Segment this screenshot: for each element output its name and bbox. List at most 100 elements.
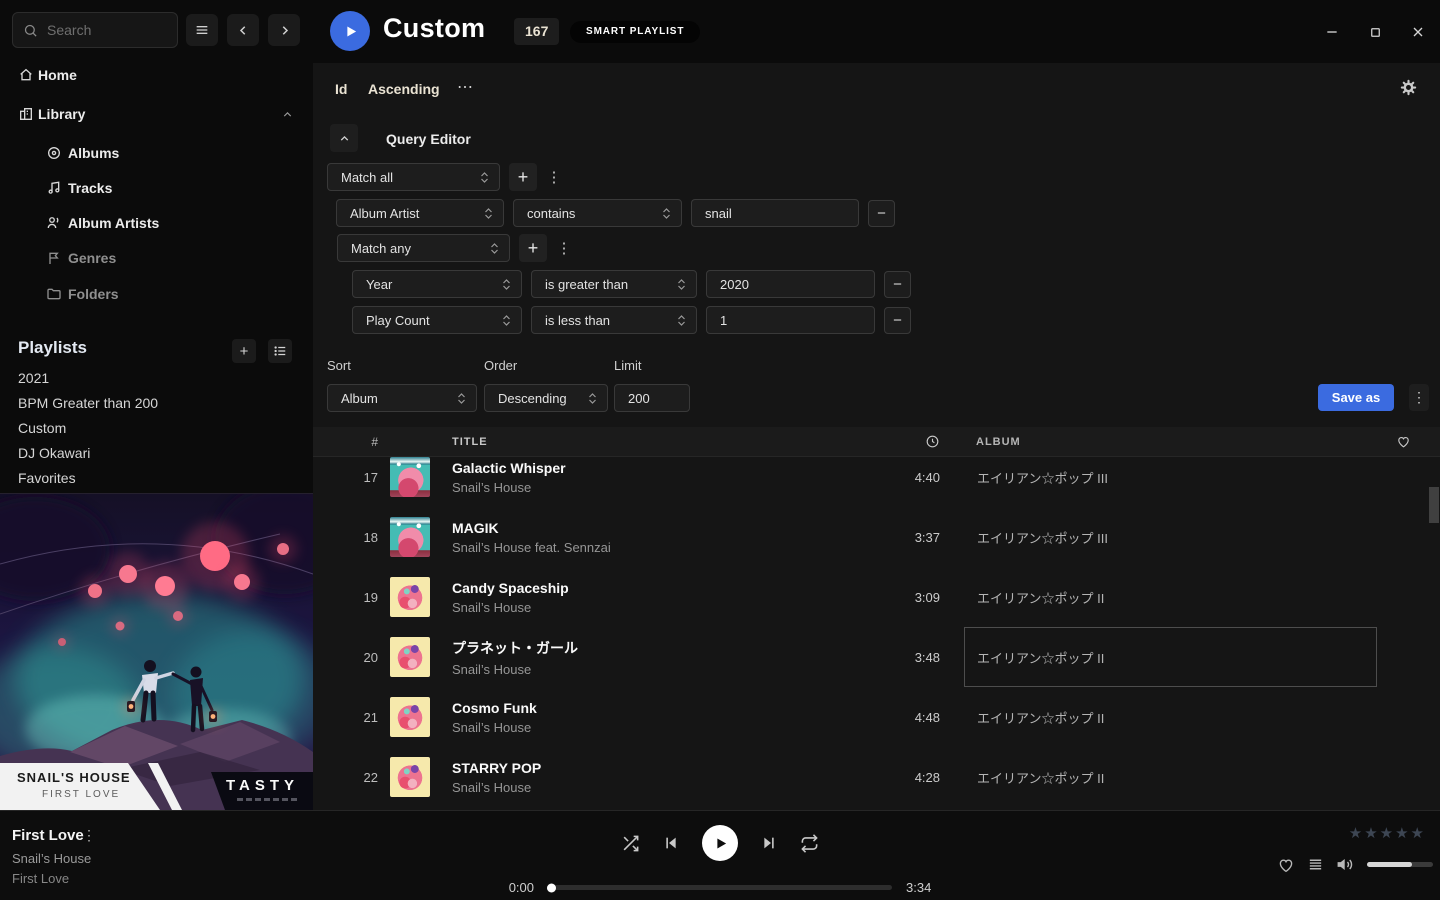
nav-back-button[interactable] — [227, 14, 259, 46]
album-art-image — [0, 494, 313, 810]
now-playing-album[interactable]: First Love — [12, 871, 69, 886]
volume-mute-button[interactable] — [1336, 855, 1355, 874]
next-track-button[interactable] — [761, 835, 777, 851]
window-maximize-button[interactable] — [1365, 22, 1385, 42]
table-row[interactable]: 18 MAGIK Snail’s House feat. Sennzai 3:3… — [313, 507, 1440, 567]
rule-value-input[interactable]: 2020 — [706, 270, 875, 298]
table-row[interactable]: 22 STARRY POP Snail’s House 4:28 エイリアン☆ポ… — [313, 747, 1440, 807]
play-playlist-button[interactable] — [330, 11, 370, 51]
elapsed-time: 0:00 — [500, 880, 534, 895]
rule-operator-select[interactable]: contains — [513, 199, 682, 227]
save-as-button[interactable]: Save as — [1318, 384, 1394, 411]
table-row[interactable]: 17 Galactic Whisper Snail’s House 4:40 エ… — [313, 457, 1440, 507]
sidebar-item-albums[interactable]: Albums — [0, 139, 313, 167]
star-icon[interactable]: ★ — [1411, 824, 1424, 842]
scrollbar-thumb[interactable] — [1429, 487, 1439, 523]
rule-operator-select[interactable]: is greater than — [531, 270, 697, 298]
chevron-up-icon[interactable] — [281, 108, 294, 121]
group-options-button[interactable]: ⋮ — [546, 168, 562, 186]
settings-gear-icon[interactable] — [1400, 79, 1417, 96]
playlist-item[interactable]: Custom — [18, 420, 66, 442]
sort-direction-button[interactable]: Ascending — [368, 81, 440, 97]
remove-rule-button[interactable]: − — [884, 271, 911, 298]
track-album-cell[interactable]: エイリアン☆ポップ III — [964, 457, 1377, 507]
track-album-cell[interactable]: エイリアン☆ポップ II — [964, 567, 1377, 627]
play-pause-button[interactable] — [702, 825, 738, 861]
home-icon — [18, 67, 34, 83]
match-type-select[interactable]: Match all — [327, 163, 500, 191]
sort-field-button[interactable]: Id — [335, 81, 347, 97]
column-header-duration[interactable] — [851, 434, 940, 449]
track-album-cell-focused[interactable]: エイリアン☆ポップ II — [964, 627, 1377, 687]
track-album-cell[interactable]: エイリアン☆ポップ II — [964, 687, 1377, 747]
track-index: 19 — [313, 590, 390, 605]
star-icon[interactable]: ★ — [1395, 824, 1408, 842]
search-input[interactable]: Search — [12, 12, 178, 48]
add-playlist-button[interactable]: + — [232, 339, 256, 363]
query-editor-collapse-button[interactable] — [330, 124, 358, 152]
view-options-button[interactable]: ⋯ — [457, 77, 473, 97]
heart-icon — [1396, 434, 1411, 449]
playlist-item[interactable]: BPM Greater than 200 — [18, 395, 158, 417]
select-arrows-icon — [502, 314, 511, 327]
column-header-title[interactable]: TITLE — [452, 436, 851, 448]
query-editor-title: Query Editor — [386, 131, 471, 147]
match-type-select[interactable]: Match any — [337, 234, 510, 262]
star-icon[interactable]: ★ — [1380, 824, 1393, 842]
track-album-cell[interactable]: エイリアン☆ポップ III — [964, 507, 1377, 567]
column-header-favorite[interactable] — [1377, 434, 1440, 449]
rule-field-select[interactable]: Album Artist — [336, 199, 504, 227]
shuffle-button[interactable] — [621, 834, 640, 853]
now-playing-artist[interactable]: Snail’s House — [12, 851, 91, 866]
play-icon — [343, 24, 358, 39]
sidebar-item-tracks[interactable]: Tracks — [0, 174, 313, 202]
playlist-item[interactable]: DJ Okawari — [18, 445, 90, 467]
seek-handle[interactable] — [547, 883, 556, 892]
window-close-button[interactable] — [1408, 22, 1428, 42]
sidebar-item-album-artists[interactable]: Album Artists — [0, 209, 313, 237]
star-icon[interactable]: ★ — [1349, 824, 1362, 842]
table-row[interactable]: 20 プラネット・ガール Snail’s House 3:48 エイリアン☆ポッ… — [313, 627, 1440, 687]
playlist-list-view-button[interactable] — [268, 339, 292, 363]
window-minimize-button[interactable] — [1322, 22, 1342, 42]
favorite-button[interactable] — [1277, 856, 1295, 874]
sidebar-item-folders[interactable]: Folders — [0, 280, 313, 308]
add-rule-button[interactable]: + — [509, 163, 537, 191]
limit-input[interactable]: 200 — [614, 384, 690, 412]
rule-operator-select[interactable]: is less than — [531, 306, 697, 334]
table-row[interactable]: 21 Cosmo Funk Snail’s House 4:48 エイリアン☆ポ… — [313, 687, 1440, 747]
order-select[interactable]: Descending — [484, 384, 608, 412]
volume-slider[interactable] — [1367, 862, 1433, 867]
seek-slider[interactable] — [548, 885, 892, 890]
queue-icon — [1307, 856, 1324, 873]
group-options-button[interactable]: ⋮ — [556, 239, 572, 257]
playlist-item[interactable]: Favorites — [18, 470, 76, 492]
sidebar-item-genres[interactable]: Genres — [0, 244, 313, 272]
repeat-button[interactable] — [800, 834, 819, 853]
sort-select[interactable]: Album — [327, 384, 477, 412]
menu-icon[interactable] — [186, 14, 218, 46]
now-playing-options-button[interactable]: ⋮ — [82, 827, 96, 844]
rule-value-input[interactable]: 1 — [706, 306, 875, 334]
sidebar-item-home[interactable]: Home — [0, 61, 313, 89]
remove-rule-button[interactable]: − — [868, 200, 895, 227]
remove-rule-button[interactable]: − — [884, 307, 911, 334]
add-rule-button[interactable]: + — [519, 234, 547, 262]
save-options-button[interactable]: ⋮ — [1409, 384, 1429, 411]
queue-button[interactable] — [1307, 856, 1324, 873]
column-header-album[interactable]: ALBUM — [964, 427, 1377, 456]
column-header-index[interactable]: # — [313, 435, 390, 449]
rule-value-input[interactable]: snail — [691, 199, 859, 227]
now-playing-artwork[interactable]: SNAIL'S HOUSE FIRST LOVE TASTY — [0, 493, 313, 810]
nav-forward-button[interactable] — [268, 14, 300, 46]
sidebar-item-library[interactable]: Library — [0, 100, 313, 128]
playlist-item[interactable]: 2021 — [18, 370, 49, 392]
track-album-cell[interactable]: エイリアン☆ポップ II — [964, 747, 1377, 807]
now-playing-title[interactable]: First Love — [12, 827, 84, 844]
star-icon[interactable]: ★ — [1364, 824, 1377, 842]
table-row[interactable]: 19 Candy Spaceship Snail’s House 3:09 エイ… — [313, 567, 1440, 627]
rule-field-select[interactable]: Year — [352, 270, 522, 298]
rule-field-select[interactable]: Play Count — [352, 306, 522, 334]
track-title: Candy Spaceship — [452, 580, 851, 596]
previous-track-button[interactable] — [663, 835, 679, 851]
